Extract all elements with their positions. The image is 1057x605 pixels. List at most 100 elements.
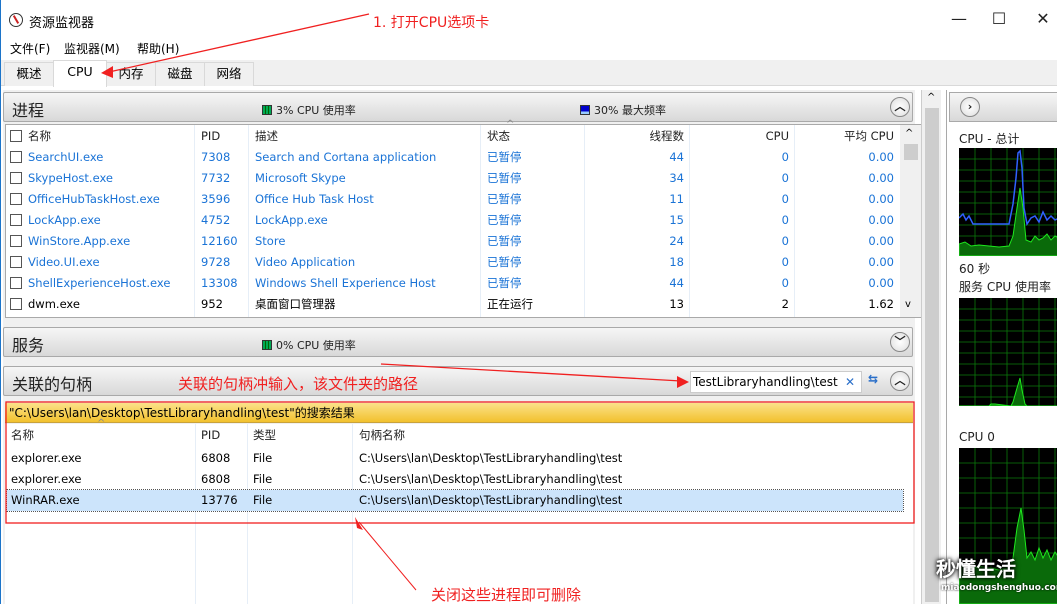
- resource-monitor-icon: [9, 13, 23, 27]
- process-cpu: 0: [781, 276, 789, 290]
- process-row[interactable]: Video.UI.exe 9728 Video Application 已暂停 18 0 0…: [6, 252, 922, 273]
- process-avg-cpu: 0.00: [868, 171, 894, 185]
- menu-monitor[interactable]: 监视器(M): [64, 40, 120, 57]
- tab-bar: 概述 CPU 内存 磁盘 网络: [1, 60, 1057, 87]
- process-row[interactable]: ShellExperienceHost.exe 13308 Windows Shel…: [6, 273, 922, 294]
- main-scrollbar[interactable]: ^: [921, 90, 941, 604]
- process-description: Store: [255, 234, 286, 248]
- processes-cpu-usage: 3% CPU 使用率: [262, 102, 356, 118]
- processes-title: 进程: [12, 101, 45, 120]
- process-row[interactable]: SkypeHost.exe 7732 Microsoft Skype 已暂停 34 0 0.…: [6, 168, 922, 189]
- tab-network[interactable]: 网络: [204, 62, 254, 86]
- col-avg-cpu[interactable]: 平均 CPU: [794, 125, 894, 147]
- process-row[interactable]: OfficeHubTaskHost.exe 3596 Office Hub Task…: [6, 189, 922, 210]
- process-cpu: 2: [781, 297, 789, 311]
- process-pid: 9728: [201, 255, 231, 269]
- process-avg-cpu: 0.00: [868, 150, 894, 164]
- process-checkbox[interactable]: [10, 298, 22, 310]
- process-row[interactable]: LockApp.exe 4752 LockApp.exe 已暂停 15 0 0.00: [6, 210, 922, 231]
- max-frequency-series: [959, 149, 1057, 226]
- service-cpu-label: 服务 CPU 使用率: [959, 280, 1052, 294]
- process-name: Video.UI.exe: [28, 255, 100, 269]
- handle-row[interactable]: explorer.exe 6808 File C:\Users\lan\Desktop…: [7, 469, 903, 490]
- process-checkbox[interactable]: [10, 256, 22, 268]
- handles-header[interactable]: 关联的句柄 关联的句柄冲输入，该文件夹的路径 TestLibraryhandli…: [3, 366, 913, 396]
- process-checkbox[interactable]: [10, 277, 22, 289]
- resource-monitor-window: 资源监视器 1. 打开CPU选项卡 — ☐ ✕ 文件(F) 监视器(M) 帮助(…: [0, 0, 1057, 604]
- process-checkbox[interactable]: [10, 151, 22, 163]
- handle-pid: 6808: [201, 472, 231, 486]
- tab-memory[interactable]: 内存: [106, 62, 156, 86]
- annotation-handles-input: 关联的句柄冲输入，该文件夹的路径: [178, 375, 419, 393]
- handle-row[interactable]: explorer.exe 6808 File C:\Users\lan\Desktop…: [7, 448, 903, 469]
- collapse-handles-button[interactable]: ︿: [890, 371, 910, 391]
- processes-header[interactable]: 进程 3% CPU 使用率 30% 最大频率 ︿: [3, 92, 913, 122]
- handle-process-name: WinRAR.exe: [11, 493, 80, 507]
- col-handle-process-name[interactable]: 名称: [11, 424, 34, 446]
- maximize-button[interactable]: ☐: [979, 6, 1019, 32]
- process-threads: 13: [669, 297, 684, 311]
- time-window-label: 60 秒: [959, 262, 991, 276]
- process-cpu: 0: [781, 255, 789, 269]
- process-avg-cpu: 0.00: [868, 276, 894, 290]
- process-cpu: 0: [781, 192, 789, 206]
- tab-overview[interactable]: 概述: [4, 62, 54, 86]
- scroll-thumb[interactable]: [904, 144, 918, 160]
- graph-pane-header: ›: [949, 92, 1057, 122]
- handle-name: C:\Users\lan\Desktop\TestLibraryhandling…: [359, 451, 623, 465]
- cpu-total-graph: [959, 148, 1057, 256]
- process-checkbox[interactable]: [10, 172, 22, 184]
- tab-disk[interactable]: 磁盘: [155, 62, 205, 86]
- process-description: Microsoft Skype: [255, 171, 346, 185]
- col-cpu[interactable]: CPU: [689, 125, 789, 147]
- scroll-down-icon[interactable]: v: [905, 299, 911, 310]
- col-pid[interactable]: PID: [201, 125, 220, 147]
- handles-search-box[interactable]: TestLibraryhandling\test ✕: [690, 371, 862, 393]
- process-status: 已暂停: [487, 255, 522, 269]
- process-name: ShellExperienceHost.exe: [28, 276, 171, 290]
- close-button[interactable]: ✕: [1023, 6, 1057, 32]
- handles-search-input[interactable]: TestLibraryhandling\test: [693, 375, 838, 389]
- process-pid: 952: [201, 297, 223, 311]
- processes-scrollbar[interactable]: ^ v: [900, 125, 922, 317]
- main-scroll-up-icon[interactable]: ^: [927, 92, 935, 103]
- col-handle-pid[interactable]: PID: [201, 424, 220, 446]
- process-row[interactable]: SearchUI.exe 7308 Search and Cortana appli…: [6, 147, 922, 168]
- process-checkbox[interactable]: [10, 193, 22, 205]
- select-all-checkbox[interactable]: [10, 130, 22, 142]
- clear-search-icon[interactable]: ✕: [845, 375, 855, 389]
- handle-row-selected[interactable]: WinRAR.exe 13776 File C:\Users\lan\Desktop\…: [6, 489, 904, 512]
- col-name-label: 名称: [28, 129, 51, 143]
- col-handle-name[interactable]: 句柄名称: [359, 424, 405, 446]
- scroll-up-icon[interactable]: ^: [905, 128, 913, 139]
- process-name: OfficeHubTaskHost.exe: [28, 192, 160, 206]
- minimize-button[interactable]: —: [939, 6, 979, 32]
- process-checkbox[interactable]: [10, 214, 22, 226]
- col-description[interactable]: 描述: [255, 125, 278, 147]
- col-name[interactable]: 名称: [10, 125, 190, 147]
- process-threads: 44: [669, 276, 684, 290]
- process-row[interactable]: dwm.exe 952 桌面窗口管理器 正在运行 13 2 1.62: [6, 294, 922, 315]
- process-status: 已暂停: [487, 150, 522, 164]
- process-description: Search and Cortana application: [255, 150, 437, 164]
- cpu-usage-swatch: [262, 105, 272, 115]
- process-avg-cpu: 1.62: [868, 297, 894, 311]
- process-checkbox[interactable]: [10, 235, 22, 247]
- tab-cpu[interactable]: CPU: [53, 60, 107, 87]
- services-header[interactable]: 服务 0% CPU 使用率 ﹀: [3, 327, 913, 357]
- handles-title: 关联的句柄: [12, 375, 93, 394]
- col-handle-type[interactable]: 类型: [253, 424, 276, 446]
- col-threads[interactable]: 线程数: [584, 125, 685, 147]
- view-options-button[interactable]: ›: [960, 97, 980, 117]
- handles-sort-indicator-icon: ^: [97, 418, 106, 429]
- refresh-search-icon[interactable]: ⇆: [864, 372, 882, 392]
- menu-file[interactable]: 文件(F): [10, 40, 50, 57]
- process-name: WinStore.App.exe: [28, 234, 131, 248]
- main-scroll-thumb[interactable]: [925, 108, 939, 602]
- menu-help[interactable]: 帮助(H): [137, 40, 179, 57]
- expand-services-button[interactable]: ﹀: [890, 332, 910, 352]
- collapse-processes-button[interactable]: ︿: [890, 97, 910, 117]
- process-pid: 3596: [201, 192, 231, 206]
- process-row[interactable]: WinStore.App.exe 12160 Store 已暂停 24 0 0.00: [6, 231, 922, 252]
- process-avg-cpu: 0.00: [868, 192, 894, 206]
